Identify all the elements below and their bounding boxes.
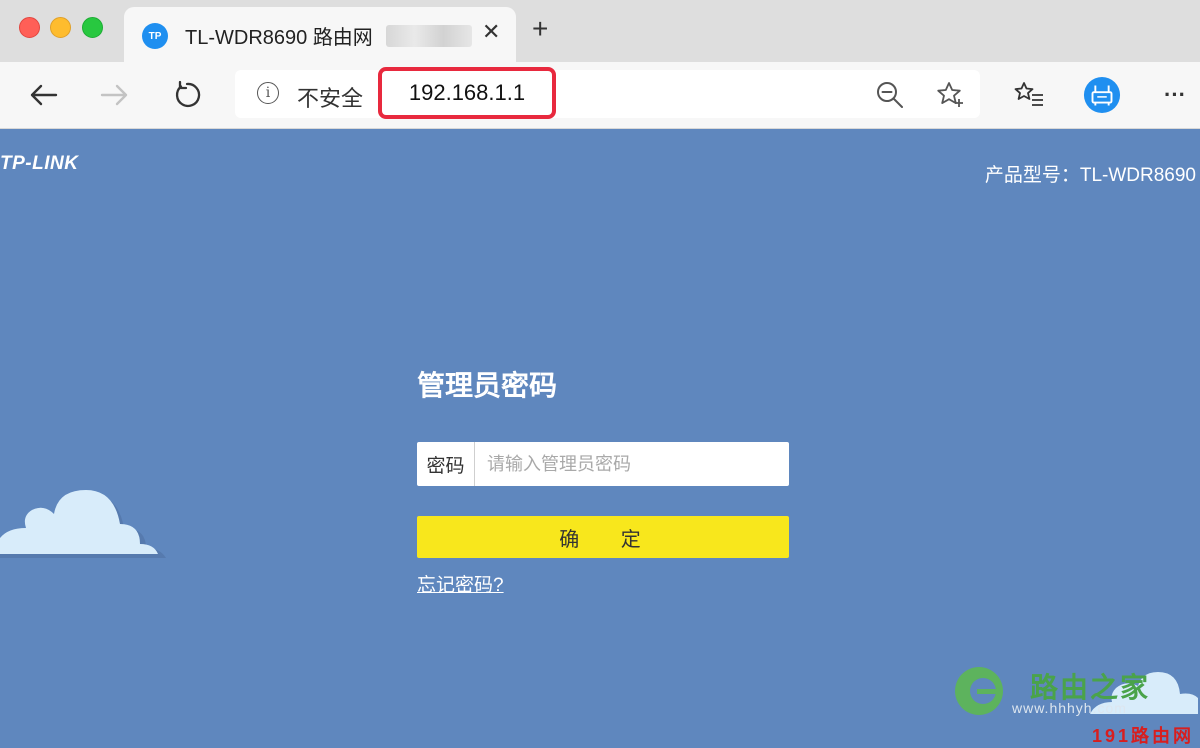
browser-toolbar: i 不安全 192.168.1.1 ···: [0, 62, 1200, 129]
tp-link-favicon-icon: TP: [142, 23, 168, 49]
forward-button[interactable]: [96, 76, 134, 114]
more-menu-button[interactable]: ···: [1156, 76, 1194, 114]
reload-button[interactable]: [168, 76, 206, 114]
url-text[interactable]: 192.168.1.1: [378, 67, 556, 119]
password-input[interactable]: [475, 442, 809, 486]
zoom-out-icon[interactable]: [875, 80, 905, 115]
arrow-left-icon: [30, 84, 58, 106]
arrow-right-icon: [100, 84, 128, 106]
password-label: 密码: [417, 442, 475, 486]
maximize-window-button[interactable]: [82, 17, 103, 38]
active-tab[interactable]: TP TL-WDR8690 路由网 ✕: [124, 7, 516, 62]
favorites-button[interactable]: [1010, 76, 1048, 114]
new-tab-button[interactable]: +: [532, 14, 548, 44]
reload-icon: [175, 80, 201, 108]
brand-logo: TP-LINK: [0, 153, 79, 174]
password-field: 密码: [417, 442, 809, 486]
watermark-url: www.hhhyh.com: [1012, 700, 1127, 716]
address-bar[interactable]: i 不安全 192.168.1.1: [235, 67, 980, 119]
minimize-window-button[interactable]: [50, 17, 71, 38]
login-title: 管理员密码: [417, 370, 558, 401]
confirm-button[interactable]: 确 定: [417, 516, 789, 558]
tab-close-icon[interactable]: ✕: [482, 19, 500, 45]
close-window-button[interactable]: [19, 17, 40, 38]
tab-title: TL-WDR8690 路由网: [185, 27, 373, 49]
profile-button[interactable]: [1083, 76, 1121, 114]
security-status[interactable]: 不安全: [297, 81, 363, 113]
back-button[interactable]: [24, 76, 62, 114]
favorites-list-icon: [1014, 82, 1043, 106]
blurred-text: [386, 25, 472, 47]
info-icon[interactable]: i: [257, 82, 279, 104]
watermark-logo-icon: [955, 667, 1003, 715]
cloud-decoration: [0, 490, 166, 558]
avatar-icon: [1083, 76, 1121, 114]
watermark-site: 191路由网: [1091, 726, 1194, 746]
forgot-password-link[interactable]: 忘记密码?: [417, 570, 504, 597]
product-model: 产品型号：TL-WDR8690: [984, 165, 1196, 186]
tab-bar: TP TL-WDR8690 路由网 ✕ +: [0, 0, 1200, 62]
add-favorite-icon[interactable]: [935, 80, 965, 115]
